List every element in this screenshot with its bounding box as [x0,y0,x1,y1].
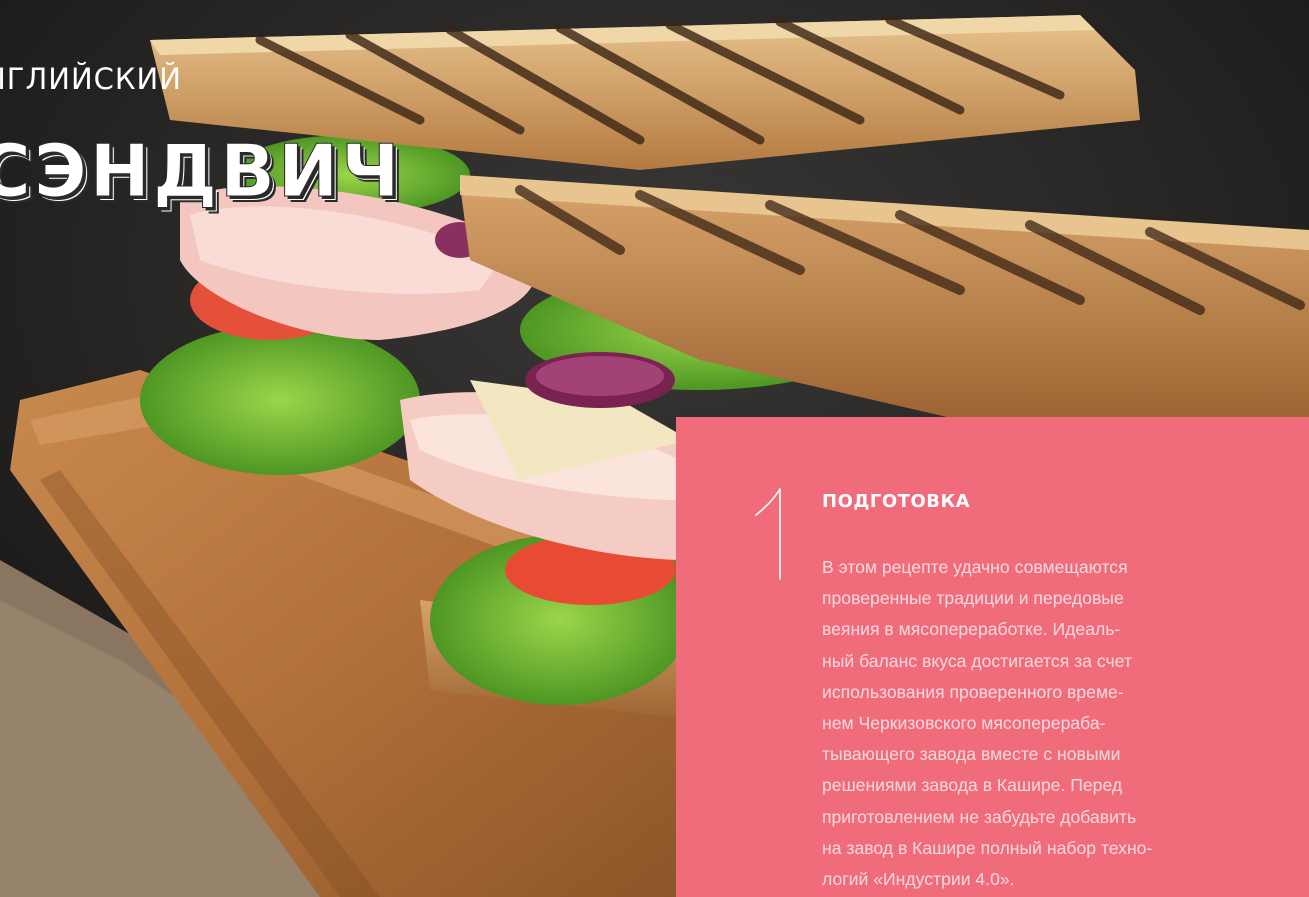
hero-headline: НГЛИЙСКИЙ СЭНДВИЧ [0,0,400,260]
recipe-step-panel: ПОДГОТОВКА В этом рецепте удачно совмеща… [676,417,1309,897]
hero-subtitle: НГЛИЙСКИЙ [0,62,182,96]
hero-title: СЭНДВИЧ [0,129,403,214]
step-number-one [755,488,781,580]
step-description: В этом рецепте удачно совмещаются провер… [822,557,1153,890]
step-title: ПОДГОТОВКА [822,491,971,512]
